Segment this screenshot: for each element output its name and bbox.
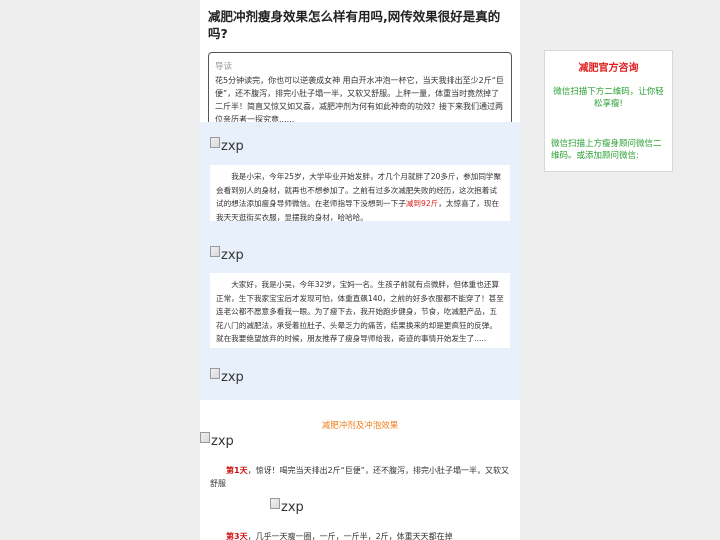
testimonial-card-2: 大家好，我是小吴，今年32岁，宝妈一名。生孩子前就有点微胖，但体重也还算正常，生… — [210, 273, 510, 348]
consult-instruction: 微信扫描下方二维码，让你轻松享瘦! — [553, 87, 664, 109]
image-alt-text: zxp — [221, 370, 244, 385]
day3-label: 第3天 — [226, 532, 248, 540]
consult-side-panel: 减肥官方咨询 微信扫描下方二维码，让你轻松享瘦! 微信扫描上方瘦身顾问微信二维码… — [544, 50, 673, 172]
testimonial-section: zxp 我是小宋，今年25岁，大学毕业开始发胖，才几个月就胖了20多斤，参加同学… — [200, 122, 520, 400]
guide-text: 花5分钟读完，你也可以逆袭成女神 用白开水冲泡一杯它，当天我排出至少2斤“巨便”… — [215, 76, 504, 124]
broken-image: zxp — [210, 246, 244, 263]
image-alt-text: zxp — [281, 500, 304, 515]
broken-image-icon — [270, 498, 280, 509]
consult-wechat-text: 微信扫描上方瘦身顾问微信二维码。或添加顾问微信: — [551, 139, 662, 161]
testimonial-card-1: 我是小宋，今年25岁，大学毕业开始发胖，才几个月就胖了20多斤，参加同学聚会看到… — [210, 165, 510, 222]
day1-text: ，惊讶！喝完当天排出2斤“巨便”，还不腹泻，排完小肚子塌一半，又软又舒服 — [210, 466, 509, 488]
article-panel: 减肥冲剂瘦身效果怎么样有用吗,网传效果很好是真的吗? 导读 花5分钟读完，你也可… — [200, 0, 520, 540]
story2-text: 大家好，我是小吴，今年32岁，宝妈一名。生孩子前就有点微胖，但体重也还算正常，生… — [216, 280, 504, 343]
image-alt-text: zxp — [211, 434, 234, 449]
broken-image: zxp — [200, 432, 234, 449]
consult-title: 减肥官方咨询 — [578, 63, 639, 74]
day1-paragraph: 第1天，惊讶！喝完当天排出2斤“巨便”，还不腹泻，排完小肚子塌一半，又软又舒服 — [210, 464, 510, 490]
section-heading: 减肥冲剂及冲泡效果 — [321, 421, 399, 431]
guide-label: 导读 — [215, 62, 233, 72]
article-title: 减肥冲剂瘦身效果怎么样有用吗,网传效果很好是真的吗? — [208, 9, 501, 41]
broken-image-icon — [210, 137, 220, 148]
broken-image-icon — [210, 368, 220, 379]
broken-image-icon — [210, 246, 220, 257]
image-alt-text: zxp — [221, 248, 244, 263]
day1-label: 第1天 — [226, 466, 248, 475]
day3-paragraph: 第3天，几乎一天瘦一圈，一斤，一斤半，2斤，体重天天都在掉 — [210, 530, 510, 540]
guide-box: 导读 花5分钟读完，你也可以逆袭成女神 用白开水冲泡一杯它，当天我排出至少2斤“… — [208, 52, 512, 132]
day3-text: ，几乎一天瘦一圈，一斤，一斤半，2斤，体重天天都在掉 — [247, 532, 453, 540]
broken-image: zxp — [210, 137, 244, 154]
story1-highlight: 减到92斤 — [405, 199, 439, 208]
broken-image-icon — [200, 432, 210, 443]
image-alt-text: zxp — [221, 139, 244, 154]
broken-image: zxp — [210, 368, 244, 385]
broken-image: zxp — [270, 498, 304, 515]
